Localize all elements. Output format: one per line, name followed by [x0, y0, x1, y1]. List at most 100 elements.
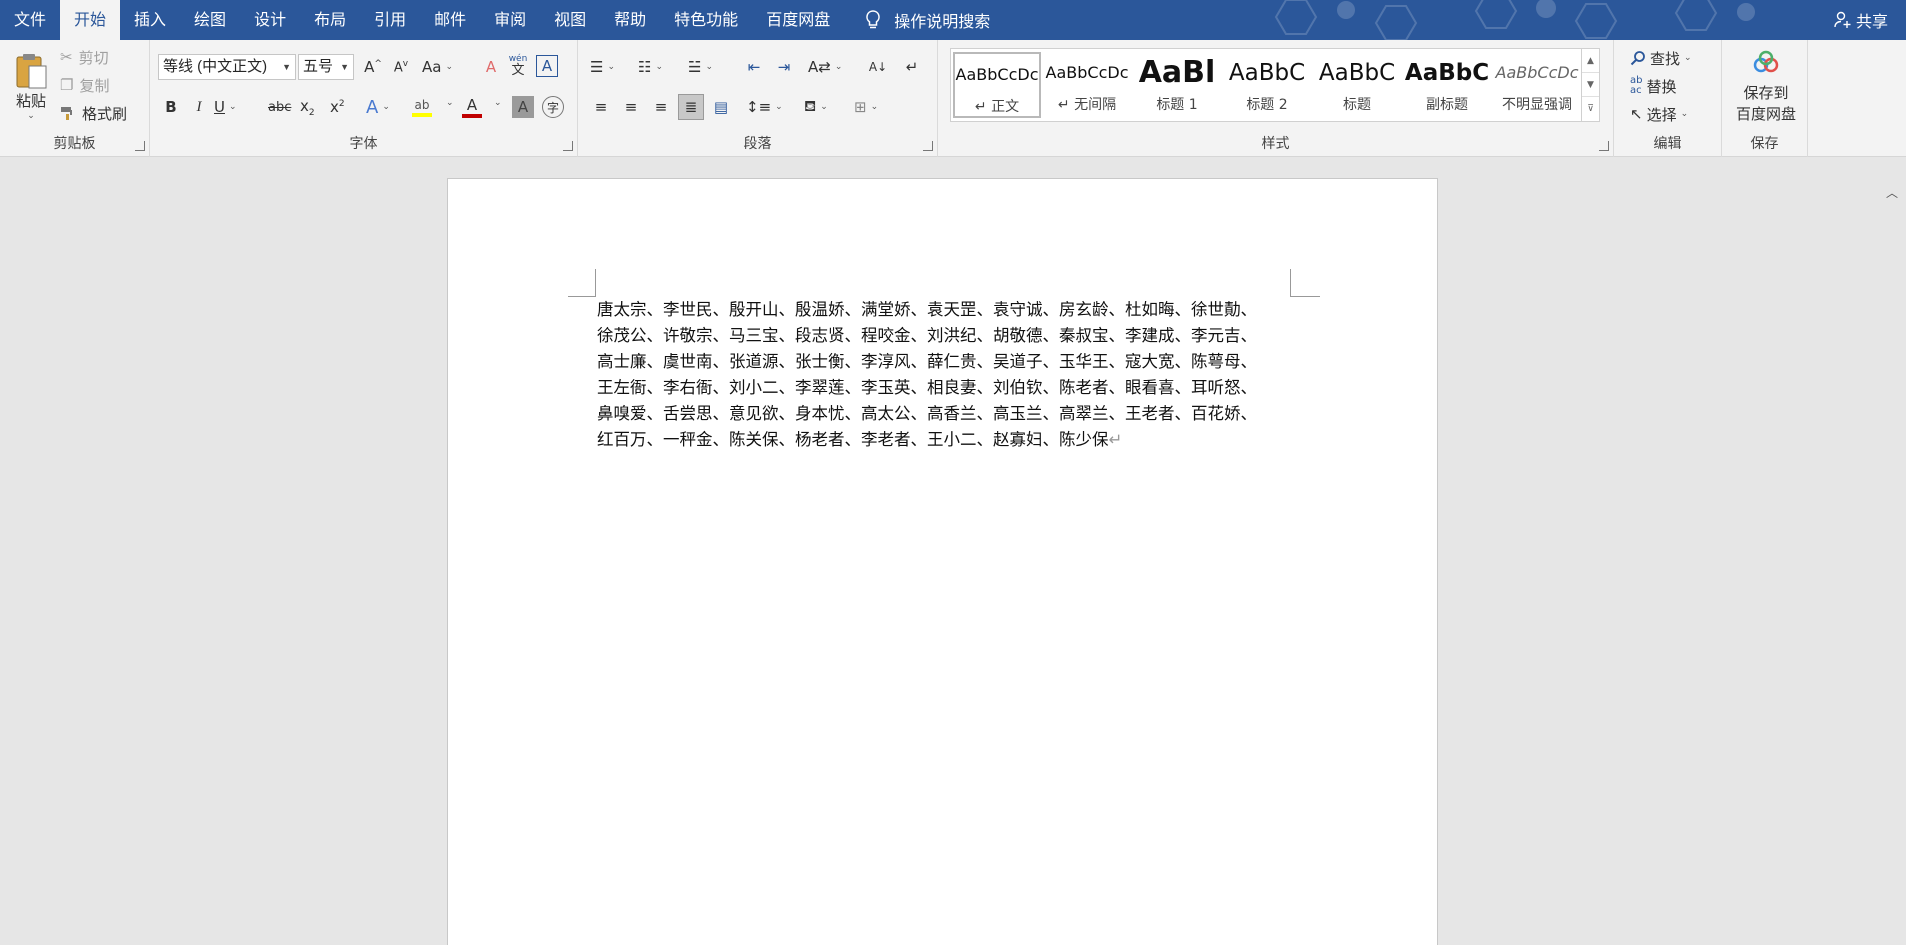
tab-view[interactable]: 视图 [540, 0, 600, 40]
phonetic-guide-icon: 文 [511, 62, 525, 78]
paste-dropdown-icon[interactable]: ⌄ [27, 111, 35, 121]
clipboard-dialog-launcher[interactable] [135, 141, 145, 151]
highlight-color-button[interactable]: ab [412, 94, 432, 120]
tab-help[interactable]: 帮助 [600, 0, 660, 40]
enclose-characters-button[interactable]: 字 [542, 96, 564, 118]
share-button[interactable]: 共享 [1834, 0, 1888, 40]
style-preview: AaBbCcDc [1495, 63, 1579, 82]
tab-references[interactable]: 引用 [360, 0, 420, 40]
character-shading-button[interactable]: A [512, 96, 534, 118]
style-no-spacing[interactable]: AaBbCcDc ↵ 无间隔 [1043, 52, 1131, 118]
align-right-button[interactable]: ≡ [650, 96, 672, 118]
align-center-icon: ≡ [624, 98, 638, 116]
style-name: 标题 2 [1246, 97, 1288, 113]
style-heading-2[interactable]: AaBbC 标题 2 [1223, 52, 1311, 118]
align-center-button[interactable]: ≡ [620, 96, 642, 118]
chevron-down-icon[interactable]: ⌄ [446, 98, 454, 108]
tab-file[interactable]: 文件 [0, 0, 60, 40]
tab-layout[interactable]: 布局 [300, 0, 360, 40]
increase-indent-button[interactable]: ⇥ [772, 56, 796, 78]
line-spacing-button[interactable]: ↕≡ ⌄ [746, 96, 783, 118]
underline-icon: U [214, 98, 225, 116]
cut-button[interactable]: ✂ 剪切 [60, 46, 109, 68]
tab-design[interactable]: 设计 [240, 0, 300, 40]
select-button[interactable]: ↖ 选择 ⌄ [1630, 102, 1688, 126]
subscript-button[interactable]: x2 [300, 96, 315, 118]
bold-button[interactable]: B [160, 96, 182, 118]
document-page[interactable]: 唐太宗、李世民、殷开山、殷温娇、满堂娇、袁天罡、袁守诚、房玄龄、杜如晦、徐世勣、… [447, 178, 1438, 945]
style-subtle-emphasis[interactable]: AaBbCcDc 不明显强调 [1493, 52, 1581, 118]
style-preview: AaBbC [1228, 60, 1306, 86]
baidu-netdisk-label: 百度网盘 [1735, 105, 1796, 123]
paste-button[interactable]: 粘贴 ⌄ [8, 46, 54, 126]
change-case-button[interactable]: Aa ⌄ [422, 56, 453, 78]
borders-button[interactable]: ⊞ ⌄ [854, 96, 878, 118]
style-name: 标题 [1343, 97, 1371, 113]
tab-baidu-netdisk[interactable]: 百度网盘 [752, 0, 844, 40]
paragraph-dialog-launcher[interactable] [923, 141, 933, 151]
chinese-layout-icon: A⇄ [808, 58, 831, 76]
shrink-font-button[interactable]: Av [390, 56, 412, 78]
tab-draw[interactable]: 绘图 [180, 0, 240, 40]
font-color-button[interactable]: A [462, 94, 482, 120]
chevron-down-icon[interactable]: ⌄ [494, 98, 502, 108]
bullets-button[interactable]: ☰ ⌄ [590, 56, 615, 78]
document-body[interactable]: 唐太宗、李世民、殷开山、殷温娇、满堂娇、袁天罡、袁守诚、房玄龄、杜如晦、徐世勣、… [597, 297, 1297, 453]
justify-button[interactable]: ≣ [678, 94, 704, 120]
tab-review[interactable]: 审阅 [480, 0, 540, 40]
tab-home[interactable]: 开始 [60, 0, 121, 40]
scroll-down-icon[interactable]: ▼ [1582, 73, 1599, 97]
sort-button[interactable]: A↓ [866, 56, 890, 78]
style-name: ↵ 正文 [974, 99, 1020, 115]
style-name: 副标题 [1426, 97, 1468, 113]
paragraph-group: ☰ ⌄ ☷ ⌄ ☱ ⌄ ⇤ ⇥ A⇄ ⌄ A↓ ↵ ≡ ≡ ≡ ≣ ▤ ↕≡ ⌄ ⛾ ⌄ ⊞… [578, 40, 938, 157]
chevron-down-icon: ⌄ [820, 102, 828, 112]
superscript-icon: x2 [330, 98, 345, 116]
style-name: 标题 1 [1156, 97, 1198, 113]
tab-special-features[interactable]: 特色功能 [660, 0, 752, 40]
scroll-up-icon[interactable]: ▲ [1582, 49, 1599, 73]
font-name-combo[interactable]: 等线 (中文正文) ▼ [158, 54, 296, 80]
font-size-combo[interactable]: 五号 ▼ [298, 54, 354, 80]
tab-insert[interactable]: 插入 [120, 0, 180, 40]
shading-button[interactable]: ⛾ ⌄ [804, 96, 828, 118]
style-title[interactable]: AaBbC 标题 [1313, 52, 1401, 118]
multilevel-list-button[interactable]: ☱ ⌄ [688, 56, 713, 78]
save-to-label: 保存到 [1743, 84, 1789, 102]
format-painter-button[interactable]: 格式刷 [60, 102, 127, 124]
style-heading-1[interactable]: AaBl 标题 1 [1133, 52, 1221, 118]
phonetic-guide-button[interactable]: wén 文 [506, 52, 530, 80]
strikethrough-button[interactable]: abc [268, 96, 291, 118]
ribbon: 粘贴 ⌄ ✂ 剪切 ❐ 复制 格式刷 剪贴板 等线 (中文正文) ▼ 五号 ▼ … [0, 40, 1906, 200]
style-preview: AaBl [1138, 55, 1216, 90]
save-to-baidu-netdisk-button[interactable]: 保存到 百度网盘 [1728, 46, 1804, 128]
more-styles-icon[interactable]: ⊽ [1582, 97, 1599, 121]
show-marks-button[interactable]: ↵ [900, 56, 924, 78]
character-border-button[interactable]: A [536, 55, 558, 77]
underline-button[interactable]: U ⌄ [214, 96, 237, 118]
align-left-button[interactable]: ≡ [590, 96, 612, 118]
text-effects-button[interactable]: A ⌄ [366, 96, 390, 118]
numbered-list-icon: ☷ [638, 58, 652, 76]
styles-gallery-scroll: ▲ ▼ ⊽ [1581, 49, 1599, 121]
style-subtitle[interactable]: AaBbC 副标题 [1403, 52, 1491, 118]
replace-button[interactable]: ab ac 替换 [1630, 74, 1677, 98]
italic-button[interactable]: I [188, 96, 210, 118]
find-label: 查找 [1650, 49, 1681, 68]
find-button[interactable]: 查找 ⌄ [1630, 46, 1692, 70]
grow-font-button[interactable]: A^ [362, 56, 384, 78]
distributed-button[interactable]: ▤ [710, 96, 732, 118]
decrease-indent-button[interactable]: ⇤ [742, 56, 766, 78]
styles-dialog-launcher[interactable] [1599, 141, 1609, 151]
style-normal[interactable]: AaBbCcDc ↵ 正文 [953, 52, 1041, 118]
tell-me-search[interactable]: 操作说明搜索 [862, 8, 990, 32]
numbering-button[interactable]: ☷ ⌄ [638, 56, 663, 78]
superscript-button[interactable]: x2 [330, 96, 345, 118]
collapse-ribbon-icon[interactable]: ︿ [1886, 184, 1898, 201]
chevron-down-icon: ▼ [340, 62, 349, 72]
clear-formatting-button[interactable]: A [480, 56, 502, 78]
copy-button[interactable]: ❐ 复制 [60, 74, 109, 96]
font-dialog-launcher[interactable] [563, 141, 573, 151]
chinese-layout-button[interactable]: A⇄ ⌄ [808, 56, 842, 78]
tab-mailings[interactable]: 邮件 [420, 0, 480, 40]
